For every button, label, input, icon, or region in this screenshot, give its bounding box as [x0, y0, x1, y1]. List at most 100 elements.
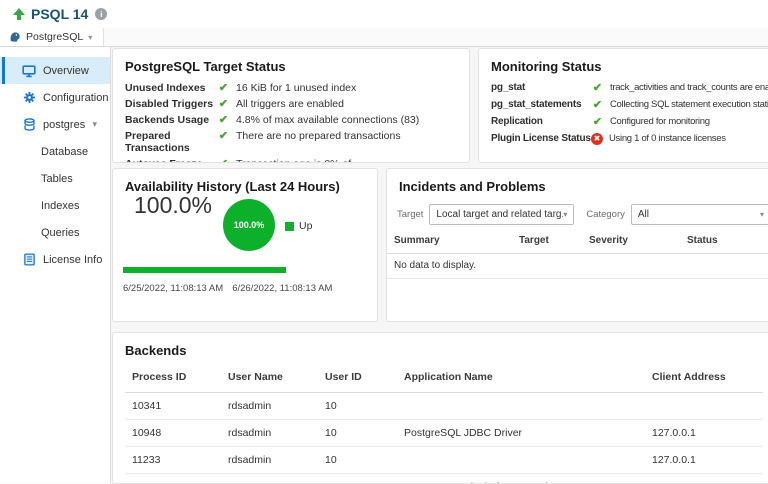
- check-icon: [591, 82, 604, 94]
- status-row: Autovac Freeze Age Transaction age is 0%…: [125, 158, 457, 163]
- target-filter-dropdown[interactable]: Local target and related targ...: [429, 204, 574, 225]
- cell-user-name: rdsadmin: [221, 447, 318, 474]
- cell-application-name: PostgreSQL Plugin for Enterprise Manager: [397, 474, 645, 484]
- status-label: pg_stat: [491, 82, 591, 94]
- status-value: 4.8% of max available connections (83): [236, 114, 419, 126]
- sidebar-item-configuration[interactable]: Configuration: [0, 84, 110, 111]
- sidebar-item-tables[interactable]: Tables: [0, 165, 110, 192]
- sidebar-item-queries[interactable]: Queries: [0, 219, 110, 246]
- page-title: PSQL 14: [31, 6, 88, 22]
- up-arrow-icon: [13, 8, 25, 20]
- sidebar-item-label: postgres: [43, 119, 85, 131]
- cell-user-id: 16395: [318, 474, 397, 484]
- incidents-filters: Target Local target and related targ... …: [397, 204, 768, 225]
- status-row: Prepared Transactions There are no prepa…: [125, 130, 457, 154]
- sidebar-item-label: Queries: [41, 227, 80, 239]
- status-row: Replication Configured for monitoring: [491, 116, 768, 128]
- status-value: track_activities and track_counts are en…: [610, 82, 768, 94]
- availability-card: Availability History (Last 24 Hours) 100…: [112, 168, 378, 322]
- range-start: 6/25/2022, 11:08:13 AM: [123, 283, 223, 294]
- dropdown-arrow-icon: [760, 210, 764, 219]
- sidebar-item-overview[interactable]: Overview: [0, 57, 110, 84]
- table-row[interactable]: 10948 rdsadmin 10 PostgreSQL JDBC Driver…: [125, 420, 763, 447]
- sidebar-item-license-info[interactable]: License Info: [0, 246, 110, 273]
- chevron-down-icon: [88, 33, 92, 42]
- column-header: Application Name: [397, 365, 645, 393]
- dropdown-value: All: [638, 209, 760, 220]
- check-icon: [217, 82, 230, 94]
- sidebar-item-label: Configuration: [43, 92, 108, 104]
- menubar: PostgreSQL: [0, 28, 768, 47]
- status-row: pg_stat_statements Collecting SQL statem…: [491, 99, 768, 111]
- cell-client-address: 172.31.19.31: [645, 474, 763, 484]
- status-value: Configured for monitoring: [610, 116, 710, 128]
- sidebar-item-postgres[interactable]: postgres: [0, 111, 110, 138]
- cell-process-id: 11233: [125, 447, 221, 474]
- status-value: There are no prepared transactions: [236, 130, 401, 142]
- category-filter-label: Category: [586, 209, 625, 220]
- top-header: PSQL 14: [0, 0, 768, 28]
- error-icon: [591, 133, 603, 145]
- status-label: Prepared Transactions: [125, 130, 217, 154]
- status-value: All triggers are enabled: [236, 98, 344, 110]
- availability-percent: 100.0%: [134, 192, 212, 219]
- cell-process-id: 10341: [125, 393, 221, 420]
- gear-icon: [22, 91, 36, 105]
- target-filter-label: Target: [397, 209, 423, 220]
- status-label: pg_stat_statements: [491, 99, 591, 111]
- check-icon: [217, 158, 230, 163]
- chart-legend: Up: [285, 220, 312, 232]
- pie-label: 100.0%: [234, 220, 265, 230]
- legend-label: Up: [299, 220, 312, 232]
- cell-application-name: [397, 447, 645, 474]
- cell-user-id: 10: [318, 393, 397, 420]
- postgresql-menu[interactable]: PostgreSQL: [0, 28, 104, 46]
- table-row[interactable]: 963 postgres 16395 PostgreSQL Plugin for…: [125, 474, 763, 484]
- monitoring-status-card: Monitoring Status pg_stat track_activiti…: [478, 48, 768, 163]
- sidebar-item-label: License Info: [43, 254, 102, 266]
- status-row: Unused Indexes 16 KiB for 1 unused index: [125, 82, 457, 94]
- status-row: pg_stat track_activities and track_count…: [491, 82, 768, 94]
- dropdown-arrow-icon: [563, 210, 567, 219]
- sidebar-item-database[interactable]: Database: [0, 138, 110, 165]
- availability-time-range: 6/25/2022, 11:08:13 AM 6/26/2022, 11:08:…: [123, 283, 332, 294]
- table-row[interactable]: 11233 rdsadmin 10 127.0.0.1: [125, 447, 763, 474]
- cell-client-address: 127.0.0.1: [645, 420, 763, 447]
- status-row: Backends Usage 4.8% of max available con…: [125, 114, 457, 126]
- cell-application-name: [397, 393, 645, 420]
- range-end: 6/26/2022, 11:08:13 AM: [232, 283, 332, 294]
- status-value: Collecting SQL statement execution stati…: [610, 99, 768, 111]
- sidebar: Overview Configuration postgres Database: [0, 47, 111, 483]
- sidebar-item-label: Indexes: [41, 200, 80, 212]
- availability-timeline-bar: [123, 267, 286, 273]
- column-header: Summary: [387, 233, 512, 254]
- cell-client-address: [645, 393, 763, 420]
- status-row: Disabled Triggers All triggers are enabl…: [125, 98, 457, 110]
- column-header: Process ID: [125, 365, 221, 393]
- column-header: Client Address: [645, 365, 763, 393]
- legend-up-swatch: [285, 222, 294, 231]
- status-label: Disabled Triggers: [125, 98, 217, 110]
- status-label: Unused Indexes: [125, 82, 217, 94]
- column-header: User Name: [221, 365, 318, 393]
- cell-process-id: 10948: [125, 420, 221, 447]
- sidebar-item-indexes[interactable]: Indexes: [0, 192, 110, 219]
- incidents-table: Summary Target Severity Status No data t…: [387, 233, 768, 279]
- incidents-card: Incidents and Problems Target Local targ…: [386, 168, 768, 322]
- database-icon: [22, 118, 36, 132]
- check-icon: [217, 114, 230, 126]
- backends-table: Process ID User Name User ID Application…: [125, 365, 763, 484]
- availability-pie-chart: 100.0%: [223, 199, 275, 251]
- category-filter-dropdown[interactable]: All: [631, 204, 768, 225]
- dropdown-value: Local target and related targ...: [436, 209, 563, 220]
- sidebar-item-label: Database: [41, 146, 88, 158]
- cell-user-name: rdsadmin: [221, 420, 318, 447]
- check-icon: [217, 130, 230, 142]
- cell-user-id: 10: [318, 420, 397, 447]
- info-icon[interactable]: [95, 8, 107, 20]
- status-label: Backends Usage: [125, 114, 217, 126]
- column-header: Target: [512, 233, 582, 254]
- card-title: Incidents and Problems: [387, 169, 768, 194]
- table-row[interactable]: 10341 rdsadmin 10: [125, 393, 763, 420]
- card-title: PostgreSQL Target Status: [113, 49, 469, 74]
